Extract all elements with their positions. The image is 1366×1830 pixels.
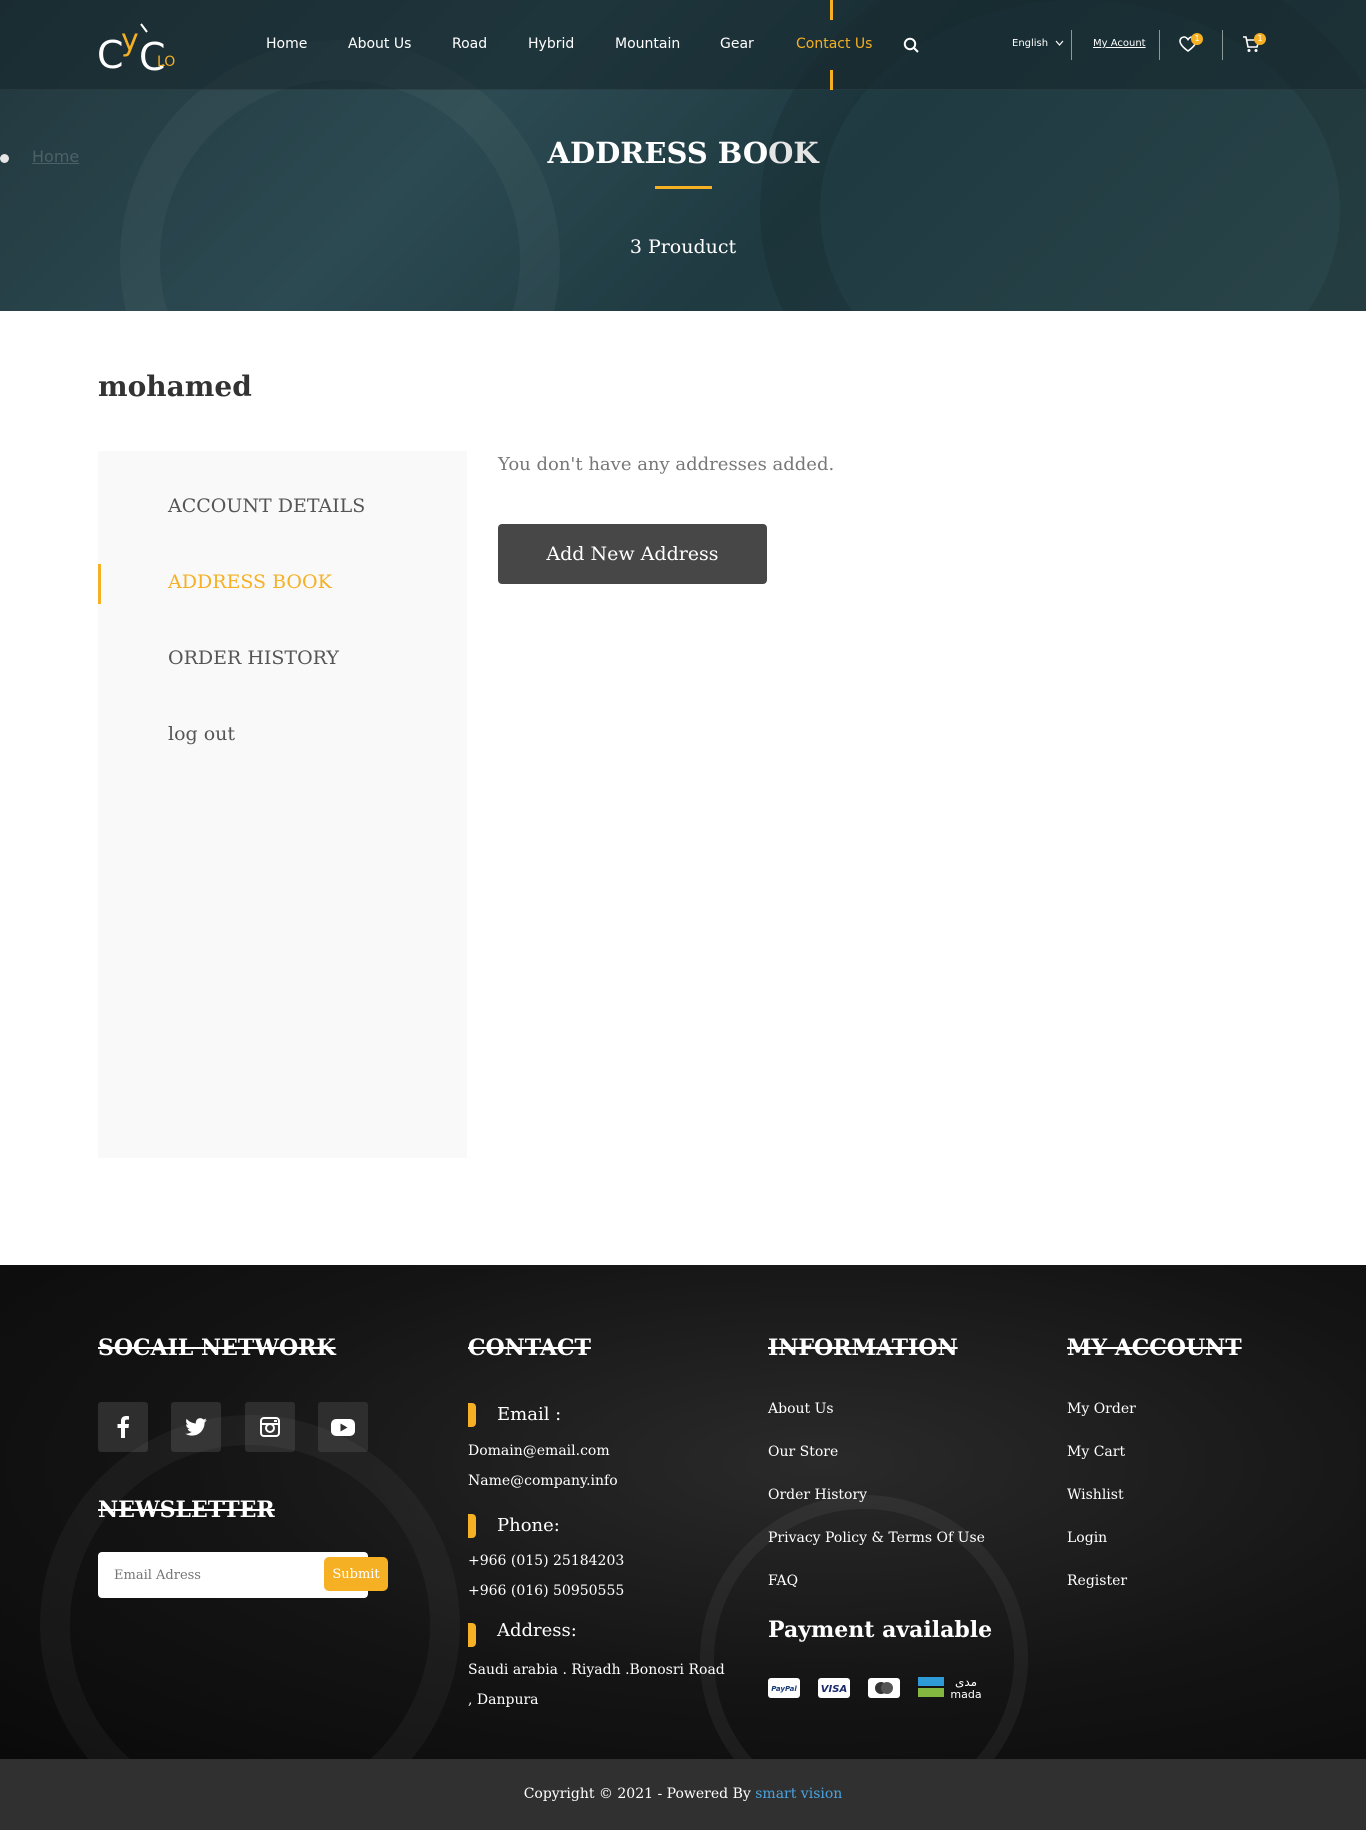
nav-divider	[1071, 30, 1072, 60]
page-hero: C y C LO Home About Us Road Hybrid Mount…	[0, 0, 1366, 311]
nav-hybrid[interactable]: Hybrid	[528, 36, 574, 52]
language-label: English	[1012, 38, 1049, 49]
mada-arabic-label: مدى	[955, 1675, 977, 1689]
information-heading: INFORMATION	[768, 1335, 958, 1361]
chevron-down-icon	[1055, 40, 1064, 46]
nav-active-indicator-bottom	[830, 70, 833, 90]
contact-heading: CONTACT	[468, 1335, 591, 1361]
youtube-icon	[331, 1418, 355, 1436]
footer-link-faq[interactable]: FAQ	[768, 1573, 798, 1589]
sidebar-item-account-details[interactable]: ACCOUNT DETAILS	[168, 495, 365, 517]
footer-link-register[interactable]: Register	[1067, 1573, 1127, 1589]
payment-heading: Payment available	[768, 1617, 993, 1643]
nav-home[interactable]: Home	[266, 36, 307, 52]
facebook-icon	[117, 1416, 129, 1438]
my-account-link[interactable]: My Acount	[1093, 38, 1146, 49]
mastercard-icon	[868, 1678, 900, 1698]
social-network-heading: SOCAIL NETWORK	[98, 1335, 336, 1361]
contact-marker	[468, 1623, 476, 1647]
footer-link-order-history[interactable]: Order History	[768, 1487, 867, 1503]
site-footer: SOCAIL NETWORK NEWSLETTER Submit CONTACT…	[0, 1265, 1366, 1759]
my-account-heading: MY ACCOUNT	[1067, 1335, 1242, 1361]
search-icon[interactable]	[903, 37, 919, 53]
user-name: mohamed	[98, 370, 252, 403]
wishlist-button[interactable]: 1	[1179, 33, 1203, 56]
footer-link-about-us[interactable]: About Us	[768, 1401, 834, 1417]
nav-contact-us[interactable]: Contact Us	[796, 36, 872, 52]
powered-by-link[interactable]: smart vision	[755, 1786, 842, 1802]
contact-marker	[468, 1403, 476, 1427]
youtube-button[interactable]	[318, 1402, 368, 1452]
nav-gear[interactable]: Gear	[720, 36, 754, 52]
instagram-icon	[260, 1417, 280, 1437]
footer-link-login[interactable]: Login	[1067, 1530, 1107, 1546]
contact-address-1: Saudi arabia . Riyadh .Bonosri Road	[468, 1662, 725, 1678]
newsletter-email-input[interactable]	[98, 1552, 368, 1598]
footer-link-privacy-policy[interactable]: Privacy Policy & Terms Of Use	[768, 1530, 985, 1546]
footer-link-our-store[interactable]: Our Store	[768, 1444, 838, 1460]
sidebar-item-address-book[interactable]: ADDRESS BOOK	[168, 571, 332, 593]
newsletter-heading: NEWSLETTER	[98, 1497, 275, 1523]
contact-marker	[468, 1514, 476, 1538]
newsletter-submit-button[interactable]: Submit	[324, 1557, 388, 1591]
mada-icon: مدى mada	[918, 1675, 982, 1700]
visa-icon: VISA	[818, 1678, 850, 1698]
phone-label: Phone:	[497, 1515, 560, 1536]
logo-letter-c1: C	[97, 33, 124, 74]
contact-email-2: Name@company.info	[468, 1473, 618, 1489]
visa-label: VISA	[821, 1684, 847, 1695]
contact-email-1: Domain@email.com	[468, 1443, 610, 1459]
nav-road[interactable]: Road	[452, 36, 487, 52]
nav-about-us[interactable]: About Us	[348, 36, 411, 52]
twitter-icon	[185, 1418, 207, 1436]
email-label: Email :	[497, 1404, 562, 1425]
sidebar-item-order-history[interactable]: ORDER HISTORY	[168, 647, 339, 669]
logo-letters-lo: LO	[157, 54, 175, 70]
title-underline	[655, 186, 712, 189]
add-new-address-button[interactable]: Add New Address	[498, 524, 767, 584]
paypal-icon: PayPal	[768, 1678, 800, 1698]
cart-count-badge: 1	[1254, 33, 1266, 45]
account-sidebar: ACCOUNT DETAILS ADDRESS BOOK ORDER HISTO…	[98, 451, 467, 1158]
page-subtitle: 3 Prouduct	[629, 236, 737, 258]
page-title: ADDRESS BOOK	[547, 136, 819, 170]
wishlist-count-badge: 1	[1191, 33, 1203, 45]
sidebar-item-log-out[interactable]: log out	[168, 723, 235, 745]
contact-phone-1: +966 (015) 25184203	[468, 1553, 625, 1569]
nav-mountain[interactable]: Mountain	[615, 36, 680, 52]
footer-link-wishlist[interactable]: Wishlist	[1067, 1487, 1124, 1503]
cart-button[interactable]: 1	[1242, 33, 1266, 57]
empty-address-message: You don't have any addresses added.	[498, 454, 835, 475]
sidebar-active-indicator	[98, 564, 101, 604]
nav-divider	[1222, 30, 1223, 60]
logo-letter-y: y	[121, 23, 139, 58]
footer-link-my-order[interactable]: My Order	[1067, 1401, 1136, 1417]
twitter-button[interactable]	[171, 1402, 221, 1452]
cyclo-logo[interactable]: C y C LO	[97, 18, 187, 74]
footer-link-my-cart[interactable]: My Cart	[1067, 1444, 1125, 1460]
nav-active-indicator-top	[830, 0, 833, 20]
instagram-button[interactable]	[245, 1402, 295, 1452]
language-selector[interactable]: English	[1012, 38, 1064, 49]
nav-divider	[1159, 30, 1160, 60]
top-navbar: C y C LO Home About Us Road Hybrid Mount…	[0, 0, 1366, 90]
contact-address-2: , Danpura	[468, 1692, 539, 1708]
copyright-bar: Copyright © 2021 - Powered By smart visi…	[0, 1759, 1366, 1830]
facebook-button[interactable]	[98, 1402, 148, 1452]
contact-phone-2: +966 (016) 50950555	[468, 1583, 625, 1599]
copyright-text: Copyright © 2021 - Powered By	[523, 1786, 756, 1802]
mada-label: mada	[950, 1688, 981, 1700]
paypal-label: PayPal	[771, 1685, 797, 1693]
address-label: Address:	[497, 1620, 577, 1641]
